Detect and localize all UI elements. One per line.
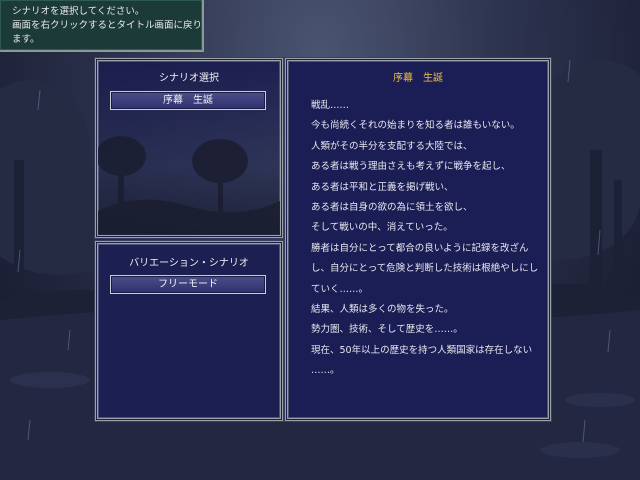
story-line: 結果、人類は多くの物を失った。 bbox=[311, 303, 454, 315]
scenario-select-title: シナリオ選択 bbox=[159, 73, 219, 84]
variation-scenario-title: バリエーション・シナリオ bbox=[129, 258, 249, 269]
story-line: 人類がその半分を支配する大陸では、 bbox=[311, 140, 473, 152]
variation-scenario-panel: バリエーション・シナリオ フリーモード bbox=[94, 240, 284, 422]
story-line: ていく……。 bbox=[311, 283, 369, 295]
story-line: 現在、50年以上の歴史を持つ人類国家は存在しない bbox=[311, 344, 533, 356]
story-panel: 序幕 生誕 戦乱…… 今も尚続くそれの始まりを知る者は誰もいない。 人類がその半… bbox=[284, 57, 552, 422]
story-line: ある者は平和と正義を掲げ戦い、 bbox=[311, 181, 454, 193]
story-line: し、自分にとって危険と判断した技術は根絶やしにし bbox=[311, 263, 539, 275]
scenario-select-panel: シナリオ選択 序幕 生誕 bbox=[94, 57, 284, 239]
story-line: ある者は戦う理由さえも考えずに戦争を起し、 bbox=[311, 161, 511, 173]
story-line: そして戦いの中、消えていった。 bbox=[311, 222, 453, 234]
story-title: 序幕 生誕 bbox=[393, 73, 443, 84]
story-line: 勢力圏、技術、そして歴史を……。 bbox=[311, 324, 463, 336]
story-line: ……。 bbox=[311, 365, 340, 377]
story-text: 戦乱…… 今も尚続くそれの始まりを知る者は誰もいない。 人類がその半分を支配する… bbox=[311, 99, 538, 384]
story-line: 勝者は自分にとって都合の良いように記録を改ざん bbox=[311, 242, 529, 254]
scenario-prologue-button[interactable]: 序幕 生誕 bbox=[110, 91, 266, 110]
free-mode-button[interactable]: フリーモード bbox=[110, 275, 266, 294]
hint-line-1: シナリオを選択してください。 bbox=[12, 6, 145, 17]
panel-forest-art bbox=[98, 136, 280, 235]
hint-line-2: 画面を右クリックするとタイトル画面に戻ります。 bbox=[12, 20, 203, 45]
story-line: 戦乱…… bbox=[311, 100, 350, 111]
story-line: ある者は自身の欲の為に領土を欲し、 bbox=[311, 201, 473, 213]
story-line: 今も尚続くそれの始まりを知る者は誰もいない。 bbox=[311, 120, 520, 132]
hint-box: シナリオを選択してください。 画面を右クリックするとタイトル画面に戻ります。 bbox=[0, 0, 204, 52]
